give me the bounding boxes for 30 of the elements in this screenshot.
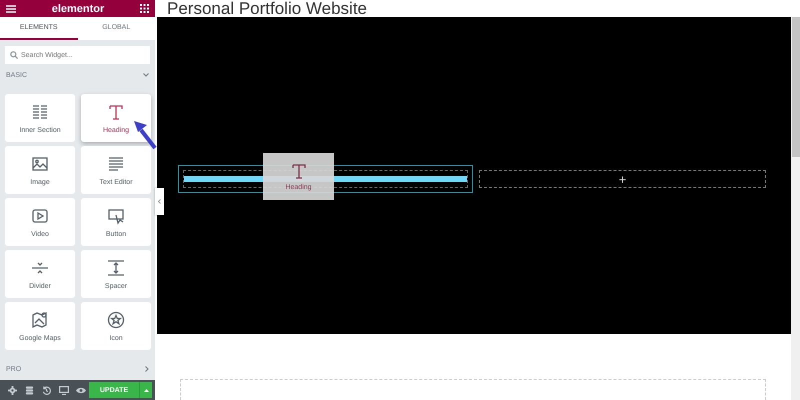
- menu-icon[interactable]: [6, 4, 16, 12]
- update-options-button[interactable]: [139, 382, 152, 398]
- arrow-annotation-icon: [133, 120, 157, 150]
- search-icon: [10, 51, 18, 59]
- settings-icon[interactable]: [8, 386, 17, 394]
- columns-icon: [31, 102, 49, 120]
- spacer-icon: [107, 258, 125, 276]
- star-circle-icon: [107, 310, 125, 328]
- text-lines-icon: [107, 154, 125, 172]
- empty-column[interactable]: +: [479, 170, 766, 188]
- letter-t-icon: [290, 162, 308, 180]
- layers-icon[interactable]: [25, 386, 34, 394]
- logo-text: elementor: [52, 2, 104, 14]
- desktop-icon[interactable]: [58, 386, 68, 394]
- chevron-down-icon: [143, 73, 149, 77]
- video-play-icon: [31, 206, 49, 224]
- add-element-icon[interactable]: +: [618, 172, 626, 186]
- page-title: Personal Portfolio Website: [167, 0, 368, 17]
- chevron-left-icon: [158, 199, 161, 204]
- caret-icon: [144, 388, 148, 392]
- letter-t-icon: [107, 102, 125, 120]
- chevron-right-icon: [145, 366, 149, 372]
- panel-toggle[interactable]: [155, 188, 164, 215]
- map-icon: [31, 310, 49, 328]
- history-icon[interactable]: [42, 386, 51, 394]
- eye-icon[interactable]: [76, 386, 86, 394]
- grid-icon[interactable]: [140, 4, 149, 13]
- image-icon: [31, 154, 49, 172]
- scrollbar[interactable]: [791, 17, 800, 400]
- button-pointer-icon: [107, 206, 125, 224]
